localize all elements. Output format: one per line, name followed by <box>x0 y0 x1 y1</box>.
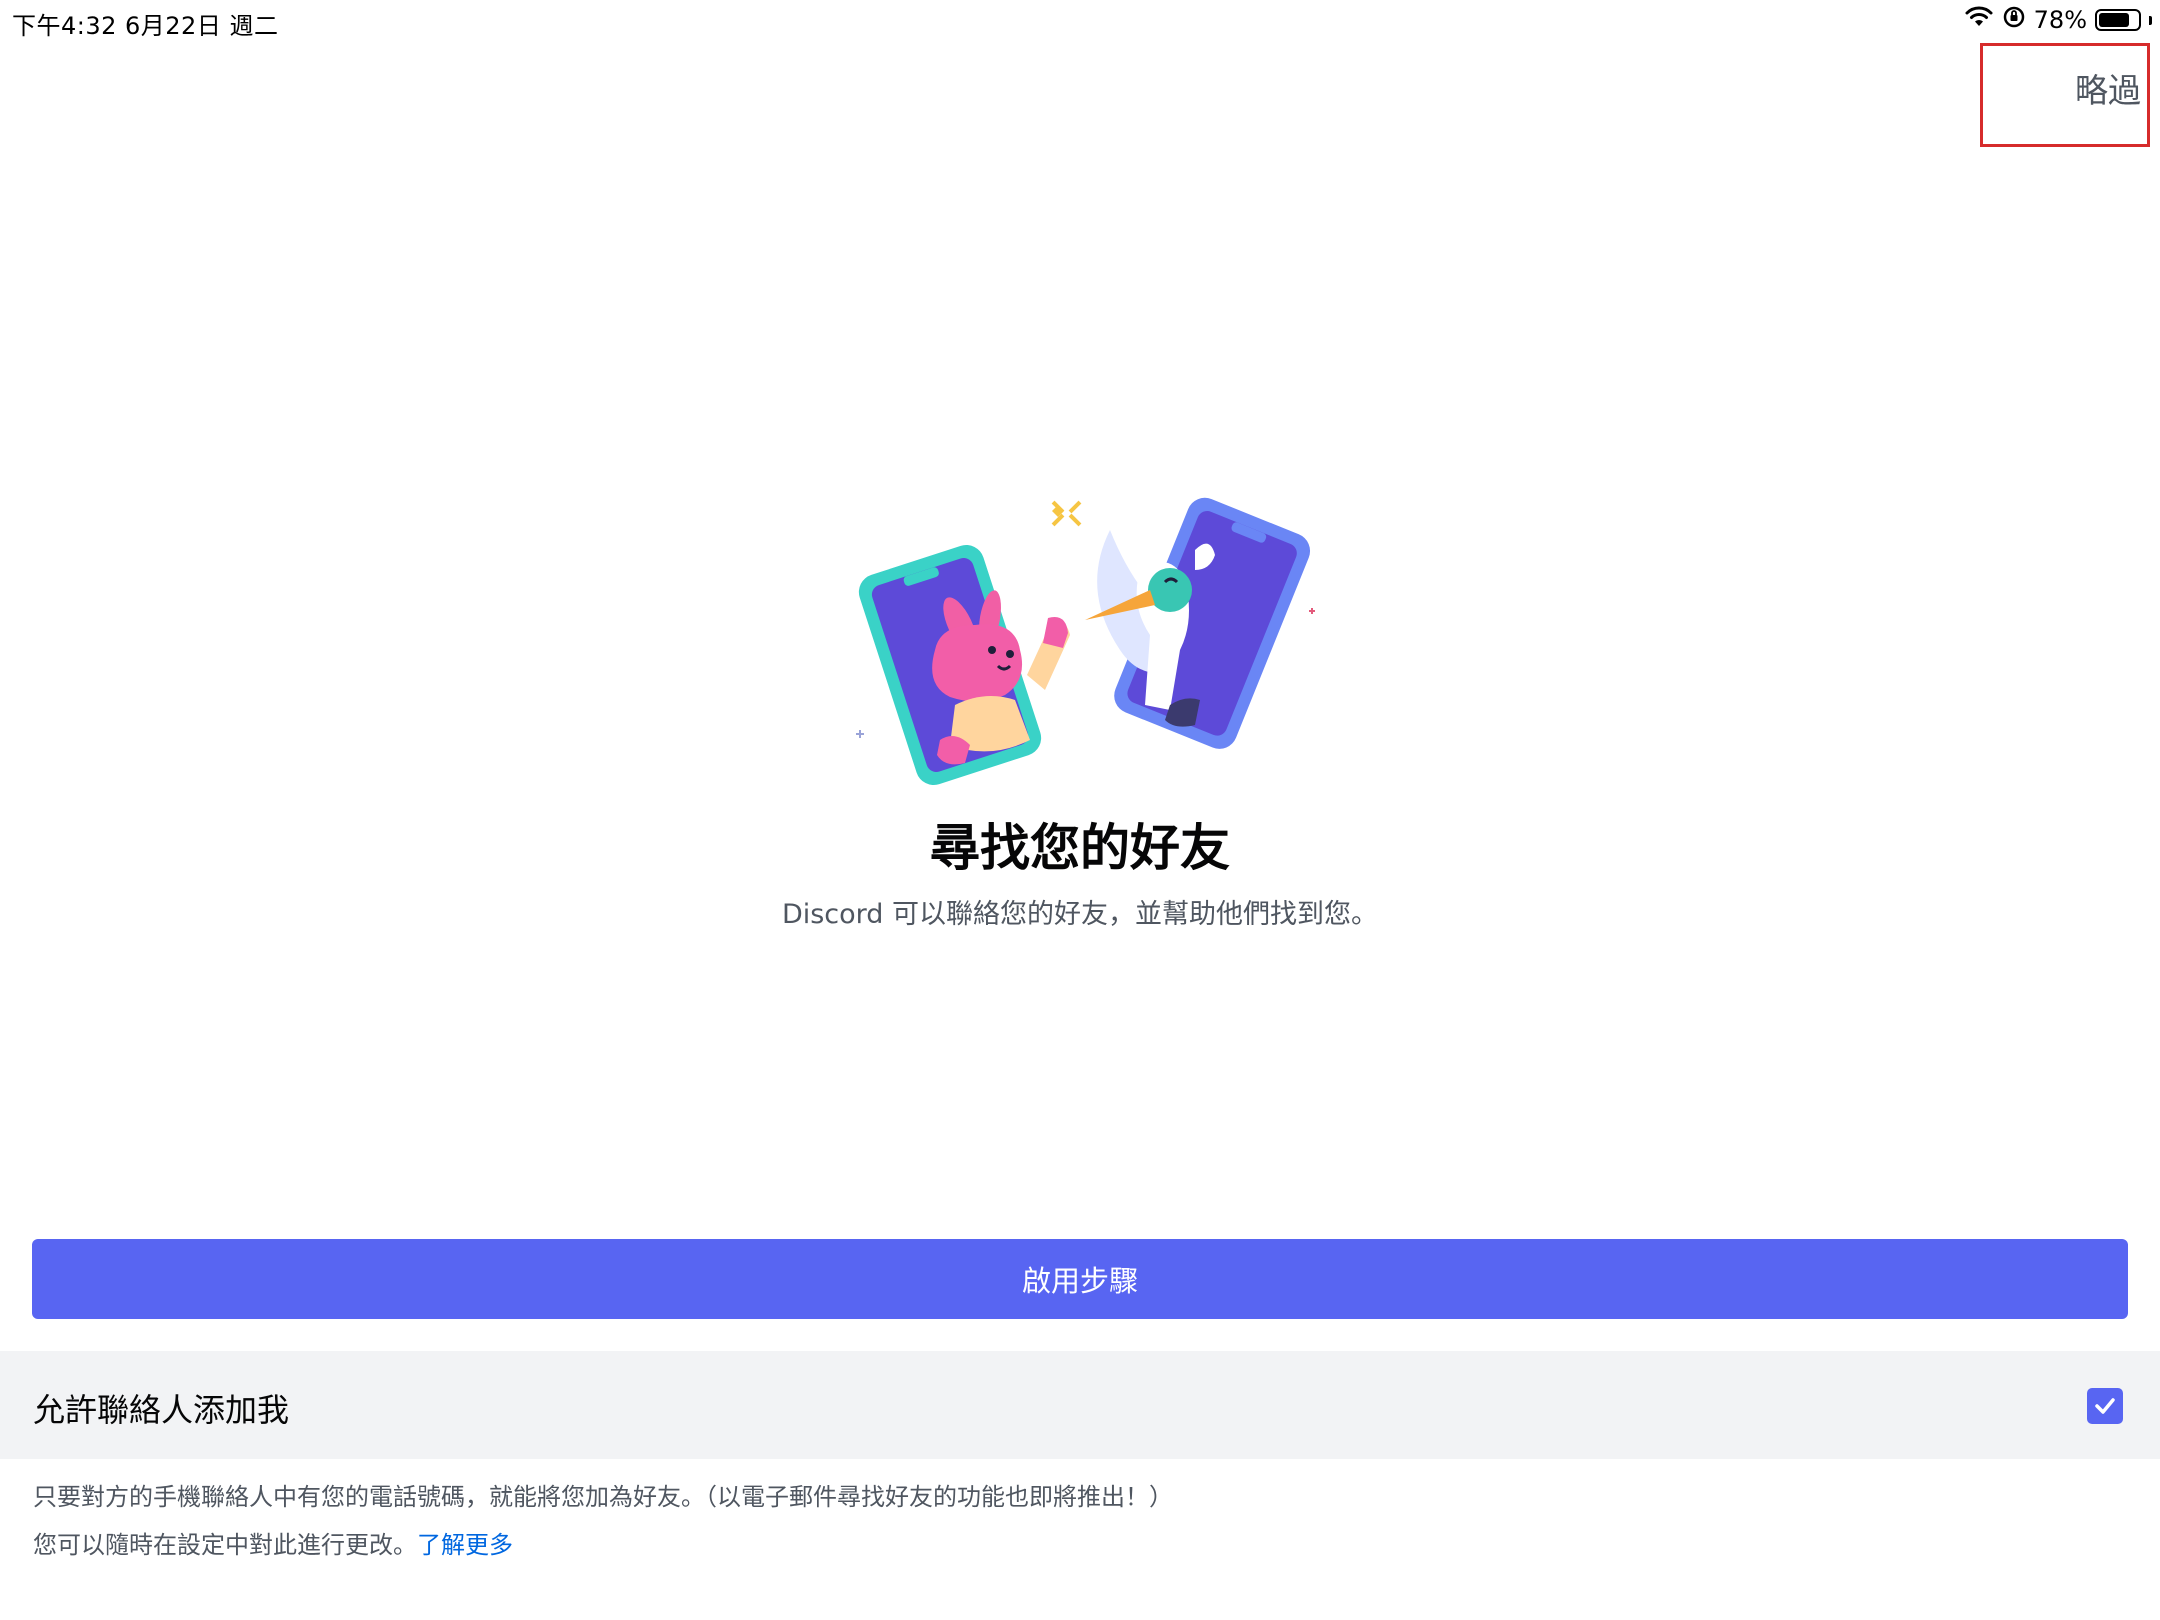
orientation-lock-icon <box>2002 5 2026 35</box>
page-title: 尋找您的好友 <box>930 819 1230 877</box>
battery-icon <box>2095 9 2141 31</box>
status-bar: 下午4:32 6月22日 週二 78% <box>0 0 2160 40</box>
wifi-icon <box>1964 5 1994 35</box>
allow-contacts-label: 允許聯絡人添加我 <box>33 1391 290 1429</box>
battery-fill <box>2099 13 2129 27</box>
enable-steps-button[interactable]: 啟用步驟 <box>32 1239 2128 1319</box>
phones-high-five-illustration <box>856 497 1315 786</box>
settings-footnote: 您可以隨時在設定中對此進行更改。了解更多 <box>33 1525 513 1560</box>
allow-contacts-row[interactable]: 允許聯絡人添加我 <box>0 1351 2160 1459</box>
contacts-footnote: 只要對方的手機聯絡人中有您的電話號碼，就能將您加為好友。（以電子郵件尋找好友的功… <box>33 1483 1173 1511</box>
page-subtitle: Discord 可以聯絡您的好友，並幫助他們找到您。 <box>781 899 1379 930</box>
allow-contacts-checkbox[interactable] <box>2087 1388 2123 1424</box>
friends-illustration <box>840 490 1320 790</box>
battery-cap <box>2149 15 2152 25</box>
learn-more-link[interactable]: 了解更多 <box>417 1531 513 1559</box>
checkmark-icon <box>2095 1398 2115 1414</box>
settings-footnote-text: 您可以隨時在設定中對此進行更改。 <box>33 1531 417 1559</box>
sparkle-icon <box>1051 500 1082 527</box>
skip-button[interactable]: 略過 <box>2075 64 2141 112</box>
status-indicators: 78% <box>1964 5 2152 35</box>
status-time: 下午4:32 6月22日 週二 <box>12 12 279 40</box>
skip-highlight-box: 略過 <box>1980 43 2150 147</box>
find-friends-screen: 下午4:32 6月22日 週二 78% 略過 尋找您的好友 Discord 可以… <box>0 0 2160 1620</box>
battery-percent: 78% <box>2033 6 2087 34</box>
